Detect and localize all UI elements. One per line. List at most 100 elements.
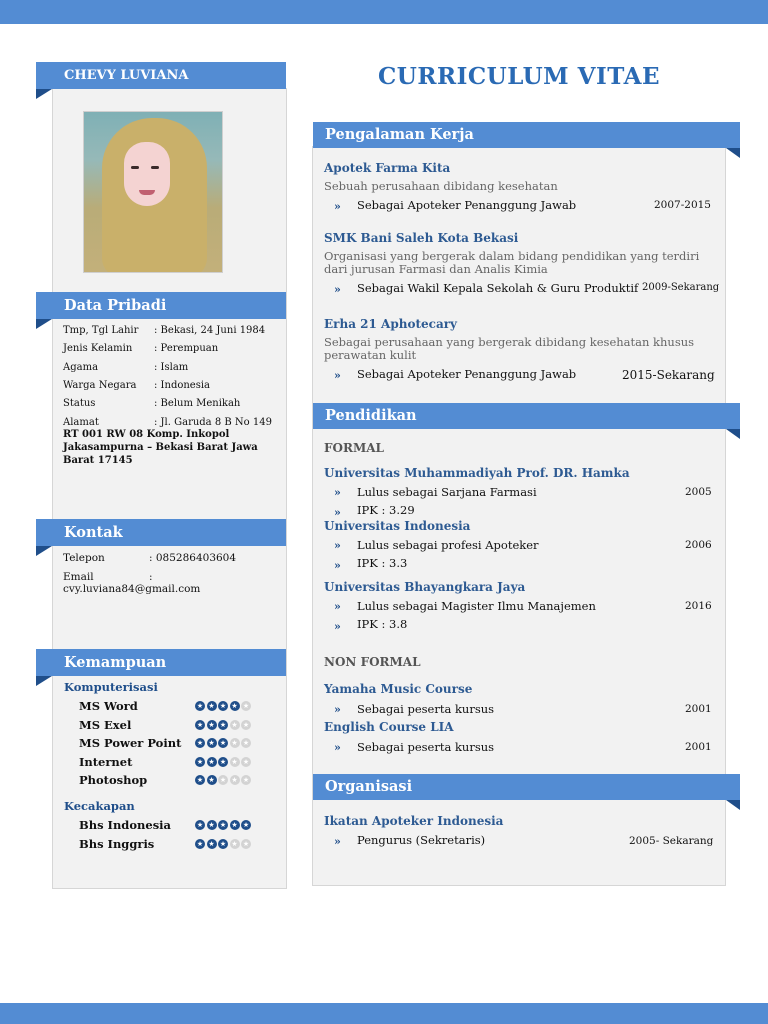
bottom-bar	[0, 1003, 768, 1024]
address-line: RT 001 RW 08 Komp. Inkopol	[63, 429, 230, 440]
language-skills-heading: Kecakapan	[64, 799, 135, 813]
bullet-icon: »	[334, 369, 341, 382]
organization-name: Ikatan Apoteker Indonesia	[324, 814, 504, 828]
name-ribbon: CHEVY LUVIANA	[36, 62, 286, 89]
years: 2007-2015	[654, 199, 711, 211]
bullet-icon: »	[334, 620, 341, 633]
personal-value: : Indonesia	[154, 379, 211, 391]
school-name: Universitas Muhammadiyah Prof. DR. Hamka	[324, 466, 630, 480]
bullet-icon: »	[334, 600, 341, 613]
personal-label: Tmp, Tgl Lahir	[63, 325, 139, 336]
section-kontak: Kontak	[36, 519, 286, 546]
rating-stars: ★ ★ ★ ★ ★	[195, 719, 251, 730]
bullet-icon: »	[334, 486, 341, 499]
personal-value: : Islam	[154, 361, 189, 373]
course-name: Yamaha Music Course	[324, 682, 473, 696]
personal-label: Status	[63, 398, 96, 410]
page-title: CURRICULUM VITAE	[378, 63, 660, 90]
organization-description: Sebagai perusahaan yang bergerak dibidan…	[324, 335, 695, 362]
bullet-icon: »	[334, 741, 341, 754]
skill-name: MS Power Point	[79, 736, 182, 750]
formal-label: FORMAL	[324, 441, 384, 455]
star-empty-icon: ★	[229, 738, 240, 748]
section-title: Kontak	[64, 524, 123, 541]
star-filled-icon: ★	[218, 820, 228, 830]
role: Sebagai Apoteker Penanggung Jawab	[357, 367, 577, 381]
rating-stars: ★ ★ ★ ★ ★	[195, 775, 251, 785]
gpa: IPK : 3.3	[357, 556, 408, 570]
degree: Lulus sebagai Magister Ilmu Manajemen	[357, 599, 596, 613]
address-line: Barat 17145	[63, 455, 133, 466]
star-empty-icon: ★	[229, 719, 240, 730]
star-filled-icon: ★	[206, 738, 217, 748]
course-year: 2001	[685, 703, 712, 715]
personal-label: Jenis Kelamin	[63, 343, 133, 355]
star-filled-icon: ★	[206, 719, 217, 730]
organization-description: Organisasi yang bergerak dalam bidang pe…	[324, 249, 700, 276]
star-filled-icon: ★	[206, 701, 217, 711]
personal-value: : Belum Menikah	[154, 398, 241, 410]
rating-stars: ★ ★ ★ ★ ★	[195, 820, 251, 830]
personal-label: Alamat	[63, 416, 99, 428]
skill-name: MS Word	[79, 699, 138, 713]
phone-label: Telepon	[63, 552, 105, 564]
bullet-icon: »	[334, 283, 341, 296]
skill-name: MS Exel	[79, 717, 132, 732]
star-filled-icon: ★	[195, 756, 205, 767]
email-value: cvy.luviana84@gmail.com	[63, 583, 201, 595]
rating-stars: ★ ★ ★ ★ ★	[195, 738, 251, 748]
personal-value: : Jl. Garuda 8 B No 149	[154, 416, 272, 428]
years: 2009-Sekarang	[642, 282, 720, 293]
organization-role: Pengurus (Sekretaris)	[357, 833, 486, 847]
section-title: Pengalaman Kerja	[325, 126, 474, 143]
star-filled-icon: ★	[195, 738, 205, 748]
section-pengalaman: Pengalaman Kerja	[313, 122, 740, 148]
phone-value: : 085286403604	[149, 552, 237, 564]
personal-value: : Perempuan	[154, 343, 219, 355]
rating-stars: ★ ★ ★ ★ ★	[195, 839, 251, 849]
star-filled-icon: ★	[218, 839, 228, 849]
star-empty-icon: ★	[229, 756, 240, 767]
email-label: Email	[63, 571, 94, 583]
profile-photo	[83, 111, 223, 273]
organization-description: Sebuah perusahaan dibidang kesehatan	[324, 179, 558, 193]
star-empty-icon: ★	[241, 775, 251, 785]
star-filled-icon: ★	[195, 820, 205, 830]
star-empty-icon: ★	[241, 701, 251, 711]
course-name: English Course LIA	[324, 720, 454, 734]
skill-name: Bhs Indonesia	[79, 818, 171, 832]
star-empty-icon: ★	[229, 775, 240, 785]
graduation-year: 2006	[685, 539, 712, 551]
star-filled-icon: ★	[195, 701, 205, 711]
star-filled-icon: ★	[195, 719, 205, 730]
bullet-icon: »	[334, 835, 341, 848]
years: 2015-Sekarang	[622, 368, 715, 382]
section-title: Data Pribadi	[64, 297, 167, 314]
bullet-icon: »	[334, 559, 341, 572]
section-title: Kemampuan	[64, 654, 167, 671]
skill-name: Internet	[79, 754, 133, 769]
star-empty-icon: ★	[241, 719, 251, 730]
star-filled-icon: ★	[218, 719, 228, 730]
rating-stars: ★ ★ ★ ★ ★	[195, 701, 251, 711]
role: Sebagai Apoteker Penanggung Jawab	[357, 198, 577, 212]
section-kemampuan: Kemampuan	[36, 649, 286, 676]
section-organisasi: Organisasi	[313, 774, 740, 800]
bullet-icon: »	[334, 703, 341, 716]
personal-label: Agama	[63, 361, 99, 373]
school-name: Universitas Indonesia	[324, 519, 471, 533]
star-filled-icon: ★	[241, 820, 251, 830]
star-filled-icon: ★	[218, 756, 228, 767]
star-filled-icon: ★	[195, 839, 205, 849]
bullet-icon: »	[334, 200, 341, 213]
organization-name: SMK Bani Saleh Kota Bekasi	[324, 231, 519, 245]
section-pendidikan: Pendidikan	[313, 403, 740, 429]
top-bar	[0, 0, 768, 24]
star-filled-icon: ★	[206, 775, 217, 785]
star-filled-icon: ★	[229, 820, 240, 830]
course-role: Sebagai peserta kursus	[357, 740, 495, 754]
section-title: Pendidikan	[325, 407, 417, 424]
personal-label: Warga Negara	[63, 379, 137, 391]
rating-stars: ★ ★ ★ ★ ★	[195, 756, 251, 767]
organization-name: Apotek Farma Kita	[324, 161, 451, 175]
